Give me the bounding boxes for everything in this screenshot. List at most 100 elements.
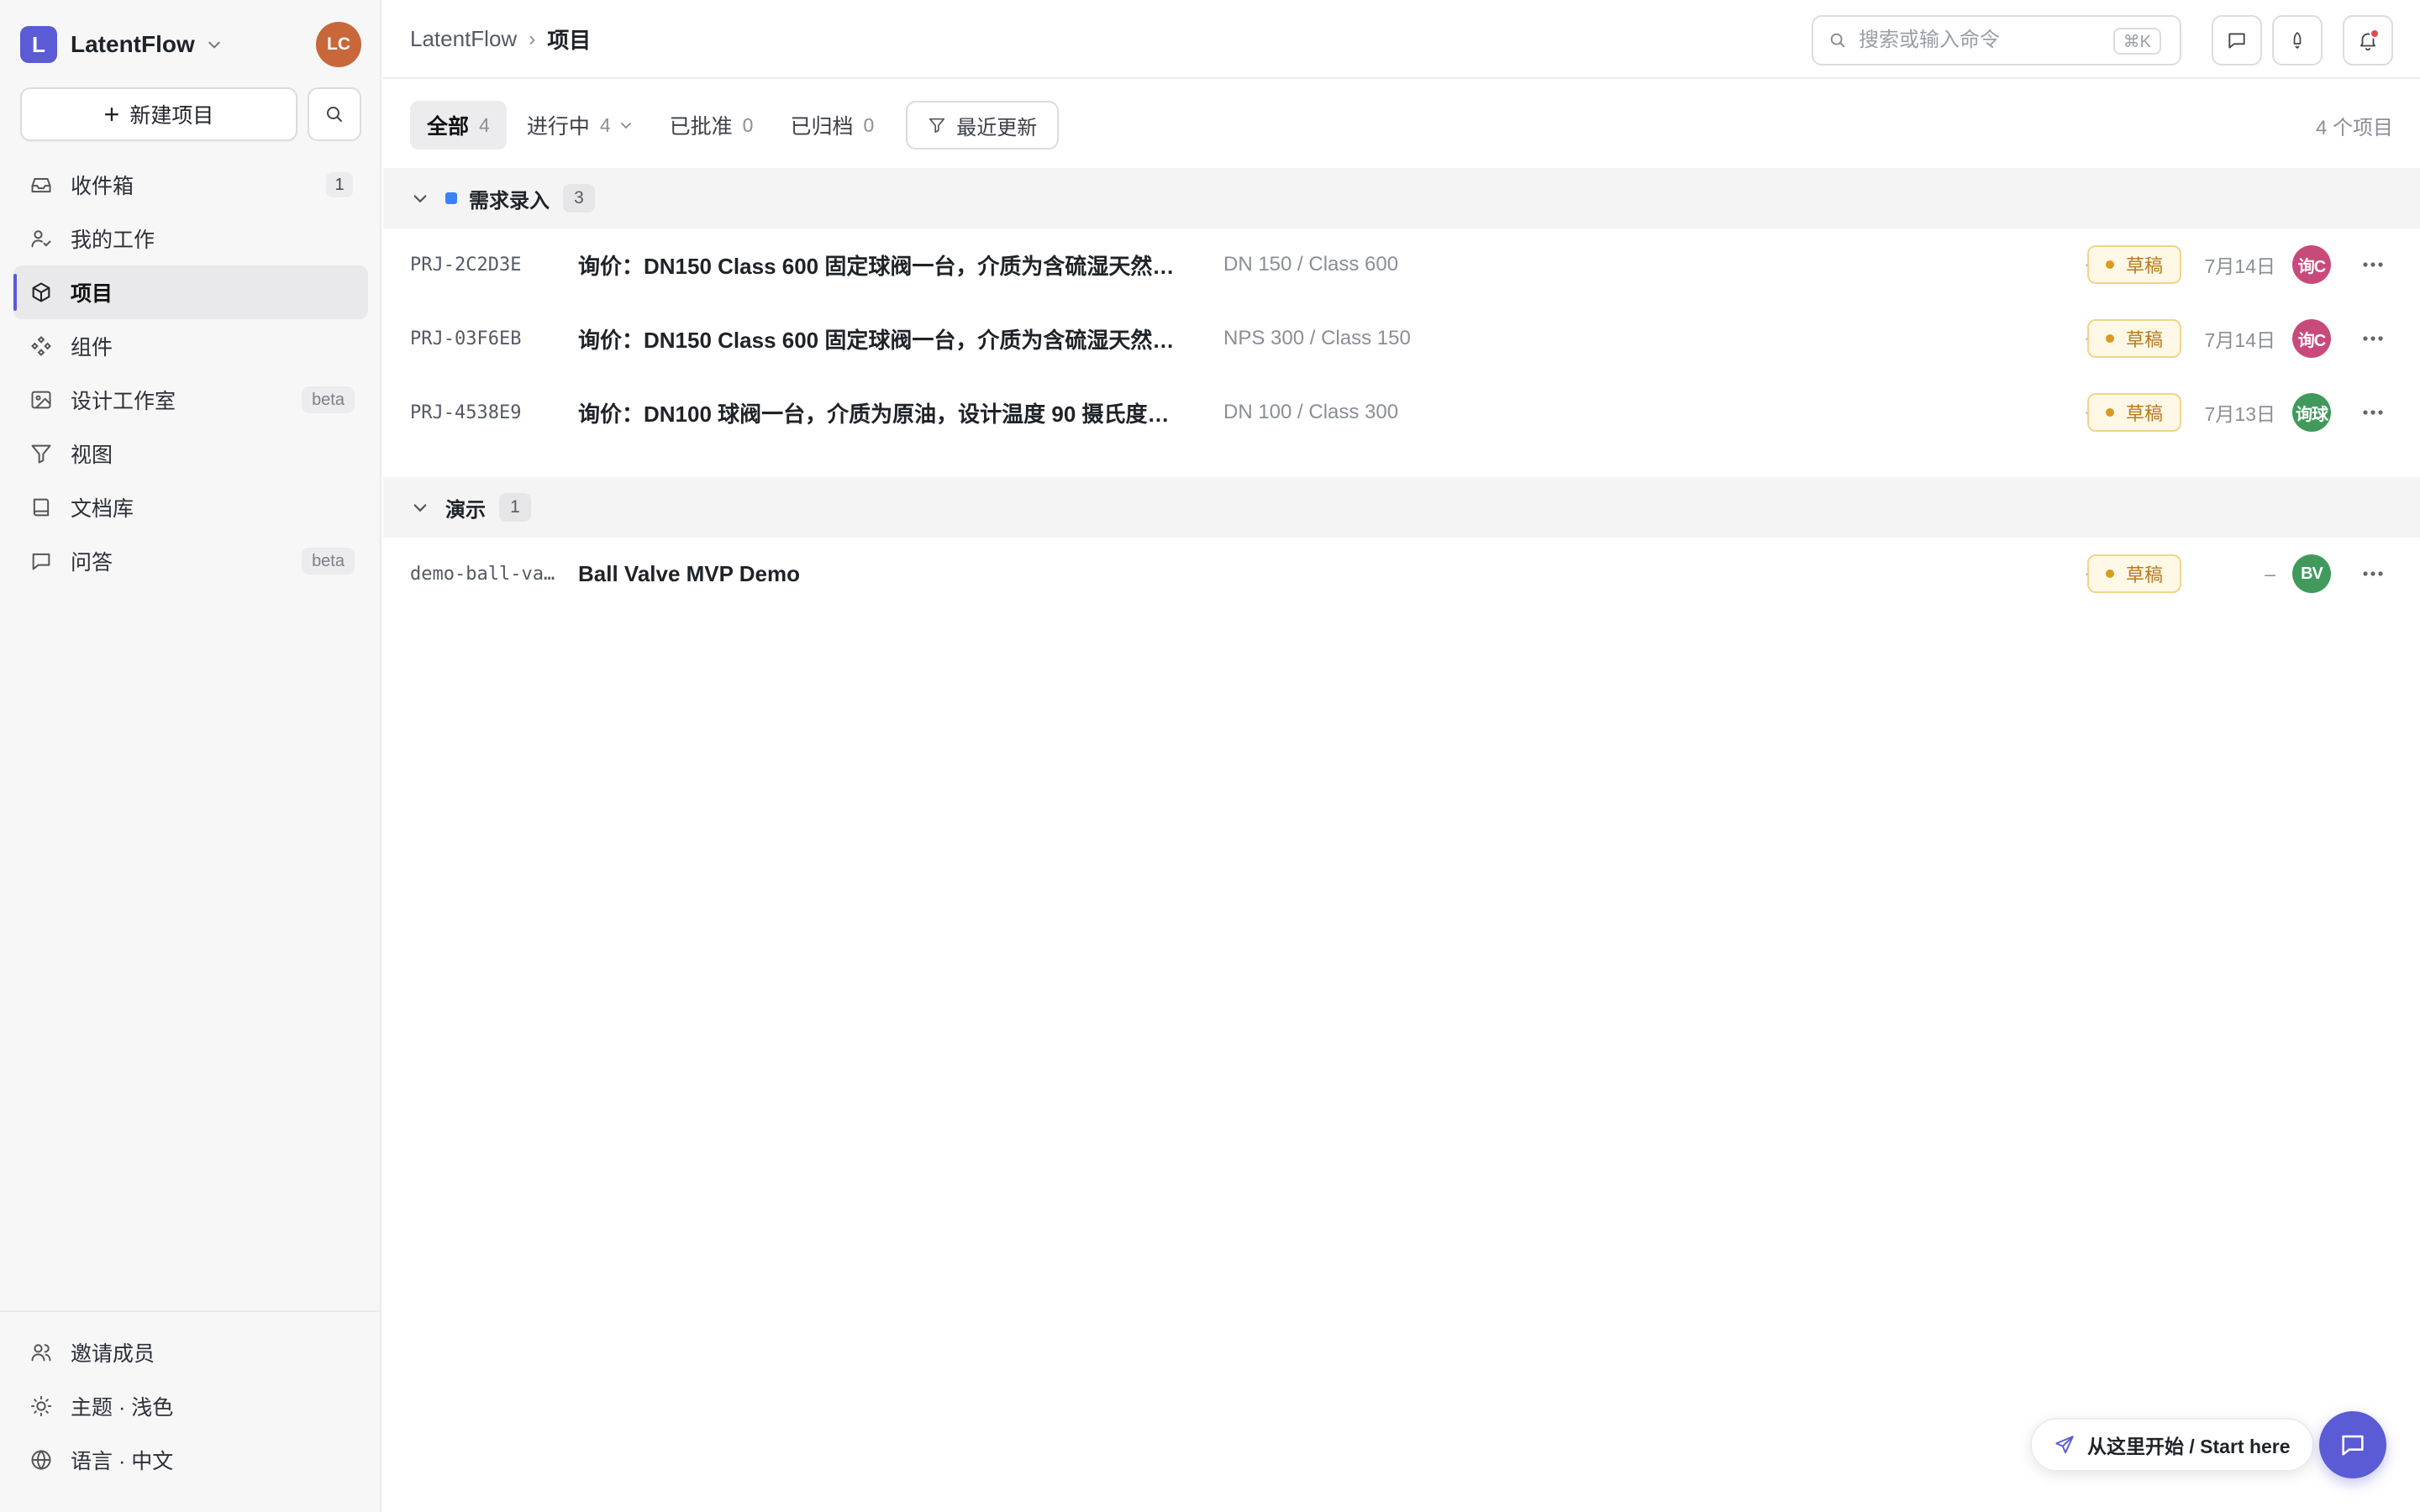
sidebar-item-label: 项目 (71, 282, 113, 306)
owner-avatar[interactable]: 询C (2292, 228, 2331, 302)
status-dot-icon (2106, 260, 2114, 269)
sidebar-item-inbox[interactable]: 收件箱 1 (13, 158, 368, 212)
status-dot-icon (2106, 408, 2114, 417)
plus-icon: + (103, 99, 120, 129)
feedback-button[interactable] (2212, 15, 2262, 66)
language-item[interactable]: 语言 · 中文 (13, 1433, 368, 1487)
sidebar-search-button[interactable] (308, 87, 361, 141)
filter-bar: 全部 4 进行中 4 已批准 0 已归档 0 最近更新 (410, 101, 1060, 150)
sidebar-item-docs[interactable]: 文档库 (13, 480, 368, 534)
more-horizontal-icon (2363, 571, 2383, 576)
workspace-switcher[interactable]: L LatentFlow (20, 25, 222, 64)
rocket-icon (2293, 32, 2302, 49)
tab-count: 0 (863, 113, 875, 136)
group-name: 演示 (445, 498, 486, 522)
globe-icon (29, 1447, 54, 1473)
invite-members-item[interactable]: 邀请成员 (13, 1326, 368, 1379)
tab-count: 4 (599, 113, 611, 136)
sidebar-item-components[interactable]: 组件 (13, 319, 368, 373)
new-project-button[interactable]: + 新建项目 (20, 87, 297, 141)
status-badge[interactable]: 草稿 (2087, 537, 2182, 611)
sort-button[interactable]: 最近更新 (906, 101, 1060, 150)
breadcrumb: LatentFlow › 项目 (410, 24, 591, 55)
sidebar-item-my-work[interactable]: 我的工作 (13, 212, 368, 265)
status-badge[interactable]: 草稿 (2087, 375, 2182, 449)
sidebar-nav: 收件箱 1 我的工作 项目 组件 设计工作室 beta 视图 文档库 问答 be… (13, 158, 368, 588)
sidebar-item-label: 视图 (71, 444, 113, 467)
group-name: 需求录入 (469, 189, 550, 213)
sidebar-item-views[interactable]: 视图 (13, 427, 368, 480)
workspace-name: LatentFlow (71, 31, 195, 57)
chat-fab-button[interactable] (2319, 1411, 2386, 1478)
group-count: 3 (563, 184, 595, 213)
group-header[interactable]: 演示 1 (383, 477, 2420, 538)
project-title: Ball Valve MVP Demo (578, 560, 800, 586)
tab-count: 4 (479, 113, 490, 136)
project-row[interactable]: PRJ-03F6EB 询价：DN150 Class 600 固定球阀一台，介质为… (383, 302, 2420, 375)
status-badge[interactable]: 草稿 (2087, 228, 2182, 302)
project-row[interactable]: demo-ball-va… Ball Valve MVP Demo 5 草稿 –… (383, 537, 2420, 611)
command-search[interactable]: ⌘K (1812, 15, 2181, 66)
beta-tag: beta (302, 386, 355, 413)
theme-toggle-item[interactable]: 主题 · 浅色 (13, 1379, 368, 1433)
avatar: 询C (2292, 319, 2331, 358)
breadcrumb-workspace[interactable]: LatentFlow (410, 26, 517, 52)
tab-all[interactable]: 全部 4 (410, 101, 507, 150)
sidebar-item-projects[interactable]: 项目 (13, 265, 368, 319)
row-more-button[interactable] (2348, 302, 2398, 375)
user-avatar[interactable]: LC (316, 22, 361, 67)
owner-avatar[interactable]: 询C (2292, 302, 2331, 375)
start-here-button[interactable]: 从这里开始 / Start here (2030, 1418, 2314, 1472)
tab-archived[interactable]: 已归档 0 (773, 101, 891, 150)
row-more-button[interactable] (2348, 228, 2398, 302)
project-title: 询价：DN100 球阀一台，介质为原油，设计温度 90 摄氏度… (578, 401, 1170, 427)
search-input[interactable] (1859, 29, 2094, 52)
tab-approved[interactable]: 已批准 0 (653, 101, 771, 150)
inbox-count-badge: 1 (326, 172, 353, 197)
row-more-button[interactable] (2348, 537, 2398, 611)
image-icon (29, 387, 54, 412)
group-count: 1 (499, 493, 531, 522)
rocket-button[interactable] (2272, 15, 2323, 66)
sidebar-item-design-studio[interactable]: 设计工作室 beta (13, 373, 368, 427)
invite-members-label: 邀请成员 (71, 1342, 155, 1366)
workspace-logo: L (20, 26, 57, 63)
status-label: 草稿 (2126, 329, 2164, 350)
sidebar-footer: 邀请成员 主题 · 浅色 语言 · 中文 (0, 1310, 381, 1487)
project-total: 4 个项目 (2315, 117, 2393, 139)
box-icon (29, 280, 54, 305)
row-more-button[interactable] (2348, 375, 2398, 449)
sidebar-item-label: 问答 (71, 551, 113, 575)
tab-in-progress[interactable]: 进行中 4 (510, 101, 650, 150)
breadcrumb-current: 项目 (547, 28, 592, 53)
breadcrumb-separator-icon: › (529, 27, 536, 50)
owner-avatar[interactable]: BV (2292, 537, 2331, 611)
notifications-button[interactable] (2343, 15, 2393, 66)
users-icon (29, 1340, 54, 1365)
tab-label: 已批准 (669, 115, 733, 139)
user-check-icon (29, 226, 54, 251)
top-bar: LatentFlow › 项目 ⌘K (383, 0, 2420, 79)
project-row[interactable]: PRJ-2C2D3E 询价：DN150 Class 600 固定球阀一台，介质为… (383, 228, 2420, 302)
tab-label: 已归档 (790, 115, 854, 139)
project-spec: DN 100 / Class 300 (1223, 401, 1399, 423)
project-row[interactable]: PRJ-4538E9 询价：DN100 球阀一台，介质为原油，设计温度 90 摄… (383, 375, 2420, 449)
sidebar-item-qa[interactable]: 问答 beta (13, 534, 368, 588)
send-icon (2055, 1436, 2074, 1454)
sidebar-item-label: 组件 (71, 336, 113, 360)
chevron-down-icon (208, 41, 220, 49)
status-label: 草稿 (2126, 403, 2164, 424)
project-id: PRJ-4538E9 (410, 402, 522, 423)
updated-date: 7月14日 (2204, 255, 2275, 277)
group-header[interactable]: 需求录入 3 (383, 168, 2420, 228)
tab-count: 0 (742, 113, 754, 136)
chat-icon (2342, 1435, 2364, 1456)
project-title: 询价：DN150 Class 600 固定球阀一台，介质为含硫湿天然… (578, 327, 1175, 353)
status-badge[interactable]: 草稿 (2087, 302, 2182, 375)
components-icon (29, 333, 54, 359)
project-title: 询价：DN150 Class 600 固定球阀一台，介质为含硫湿天然… (578, 253, 1175, 279)
language-label: 语言 · 中文 (71, 1450, 174, 1473)
owner-avatar[interactable]: 询球 (2292, 375, 2331, 449)
chevron-down-icon (413, 195, 427, 203)
avatar: 询C (2292, 245, 2331, 284)
